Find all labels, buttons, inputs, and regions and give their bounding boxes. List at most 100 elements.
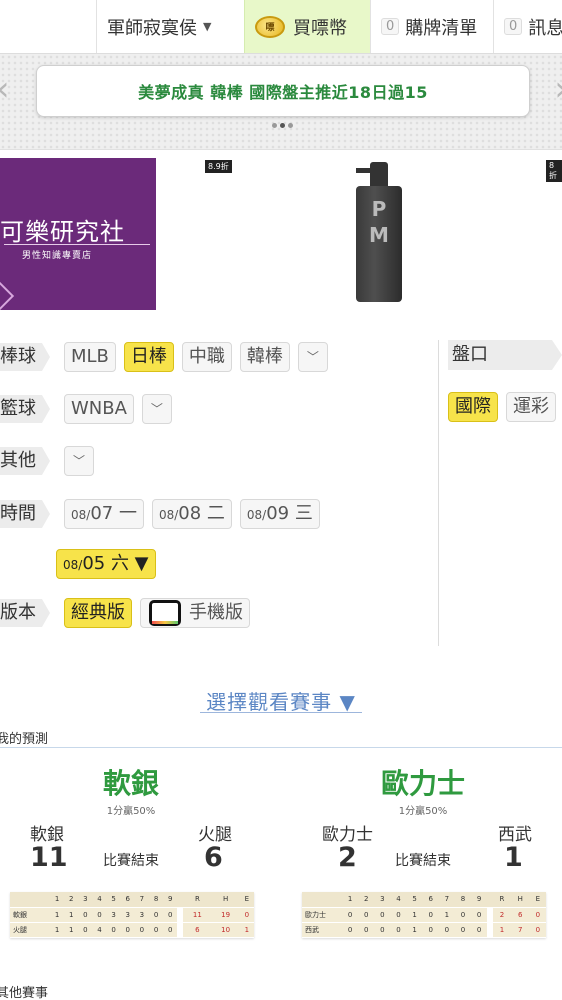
carousel-dots bbox=[272, 123, 293, 128]
filter-label-version: 版本 bbox=[0, 599, 50, 627]
section-title-other-games: 其他賽事 bbox=[0, 986, 49, 1000]
inning-header: 9 bbox=[471, 892, 488, 908]
inning-score: 0 bbox=[390, 907, 407, 923]
chip-wnba[interactable]: WNBA bbox=[64, 394, 134, 424]
inning-header: 5 bbox=[406, 892, 423, 908]
chip-mobile-version[interactable]: 手機版 bbox=[140, 598, 250, 628]
messages-count: 0 bbox=[504, 18, 523, 35]
runs: 1 bbox=[493, 922, 511, 938]
linescore-row: 歐力士 0 0 0 0 1 0 1 0 0 2 6 0 bbox=[302, 907, 546, 923]
inning-score: 4 bbox=[92, 922, 107, 938]
carousel-dot[interactable] bbox=[288, 123, 293, 128]
chip-npb[interactable]: 日棒 bbox=[123, 342, 174, 372]
chevron-right-icon[interactable]: › bbox=[554, 72, 562, 106]
date-month: 08/ bbox=[158, 508, 179, 522]
chevron-down-icon[interactable]: ﹀ bbox=[64, 446, 94, 476]
inning-header: 1 bbox=[342, 892, 359, 908]
inning-score: 1 bbox=[64, 922, 79, 938]
date-chip[interactable]: 08/07 一 bbox=[64, 499, 144, 529]
prediction-card[interactable]: 軟銀 1分贏50% 軟銀 火腿 11 6 比賽結束 1 2 3 4 5 6 7 … bbox=[0, 756, 270, 956]
inning-score: 0 bbox=[92, 907, 107, 923]
chevron-down-icon[interactable]: ﹀ bbox=[141, 394, 172, 424]
date-day: 09 bbox=[266, 503, 290, 524]
ad-strip: 可樂研究社 男性知識專賣店 8.9折 PM 8折 bbox=[0, 158, 562, 310]
cart-button[interactable]: 0 購牌清單 bbox=[370, 0, 493, 53]
inning-score: 0 bbox=[471, 907, 488, 923]
filter-label-baseball: 棒球 bbox=[0, 343, 50, 371]
chip-sports-lottery[interactable]: 運彩 bbox=[506, 392, 556, 422]
inning-header: 4 bbox=[92, 892, 107, 908]
announcement-marquee[interactable]: 美夢成真 韓棒 國際盤主推近18日過15 bbox=[36, 65, 530, 117]
filter-row-other: 其他 ﹀ bbox=[0, 446, 102, 476]
pankou-options: 國際 運彩 bbox=[448, 392, 562, 422]
inning-header: 3 bbox=[374, 892, 391, 908]
select-game-link[interactable]: 選擇觀看賽事 ▼ bbox=[0, 686, 562, 715]
inning-header: 4 bbox=[390, 892, 407, 908]
inning-score: 0 bbox=[390, 922, 407, 938]
carousel-dot-active[interactable] bbox=[280, 123, 285, 128]
inning-score: 0 bbox=[374, 922, 391, 938]
date-chip[interactable]: 08/08 二 bbox=[151, 499, 232, 529]
inning-score: 3 bbox=[106, 907, 121, 923]
chip-mlb[interactable]: MLB bbox=[64, 342, 116, 372]
inning-header: 7 bbox=[438, 892, 455, 908]
inning-score: 3 bbox=[134, 907, 149, 923]
inning-score: 0 bbox=[422, 922, 439, 938]
chip-cpbl[interactable]: 中職 bbox=[181, 342, 232, 372]
predicted-team: 軟銀 bbox=[102, 767, 159, 800]
inning-header: 8 bbox=[454, 892, 471, 908]
inning-score: 0 bbox=[438, 922, 455, 938]
inning-score: 0 bbox=[163, 907, 178, 923]
date-month: 08/ bbox=[63, 558, 83, 572]
inning-header: 6 bbox=[120, 892, 135, 908]
phone-icon bbox=[149, 600, 181, 626]
chip-classic-version[interactable]: 經典版 bbox=[64, 598, 132, 628]
date-day: 07 bbox=[90, 503, 114, 524]
linescore-team: 火腿 bbox=[10, 922, 50, 938]
inning-score: 0 bbox=[134, 922, 149, 938]
chevron-left-icon[interactable]: ‹ bbox=[0, 72, 10, 106]
filter-row-time: 時間 08/07 一 08/08 二 08/09 三 bbox=[0, 499, 328, 529]
user-menu[interactable]: 軍師寂寞侯 ▼ bbox=[96, 0, 244, 53]
date-chip[interactable]: 08/09 三 bbox=[239, 499, 320, 529]
messages-button[interactable]: 0 訊息 bbox=[493, 0, 562, 53]
ad-product-bottle[interactable]: PM bbox=[354, 162, 404, 304]
filter-label-pankou: 盤口 bbox=[448, 340, 562, 370]
chip-international[interactable]: 國際 bbox=[448, 392, 498, 422]
ad-subtitle: 男性知識專賣店 bbox=[22, 251, 93, 261]
inning-score: 1 bbox=[64, 907, 79, 923]
linescore-row: 火腿 1 1 0 4 0 0 0 0 0 6 10 1 bbox=[10, 922, 254, 938]
buy-coins-button[interactable]: 嘌 買嘌幣 bbox=[244, 0, 370, 53]
chip-kbo[interactable]: 韓棒 bbox=[239, 342, 290, 372]
section-divider bbox=[0, 747, 562, 748]
inning-score: 0 bbox=[374, 907, 391, 923]
prediction-card[interactable]: 歐力士 1分贏50% 歐力士 西武 2 1 比賽結束 1 2 3 4 5 6 7… bbox=[292, 756, 562, 956]
carousel-dot[interactable] bbox=[272, 123, 277, 128]
inning-score: 1 bbox=[50, 922, 65, 938]
rhe-header: E bbox=[529, 892, 546, 908]
inning-score: 0 bbox=[422, 907, 439, 923]
pankou-panel: 盤口 國際 運彩 bbox=[448, 340, 562, 422]
predicted-team: 歐力士 bbox=[380, 767, 465, 800]
date-weekday: 三 bbox=[294, 503, 313, 524]
errors: 0 bbox=[239, 907, 254, 923]
ad-divider bbox=[4, 244, 150, 245]
date-day: 05 bbox=[82, 553, 106, 574]
inning-header: 6 bbox=[422, 892, 439, 908]
ad-banner-cola-lab[interactable]: 可樂研究社 男性知識專賣店 bbox=[0, 158, 156, 310]
selected-date-dropdown[interactable]: 08/05 六 ▼ bbox=[56, 549, 156, 579]
linescore-team: 西武 bbox=[302, 922, 342, 938]
inning-header: 2 bbox=[358, 892, 375, 908]
date-month: 08/ bbox=[71, 508, 91, 522]
ad-title: 可樂研究社 bbox=[0, 218, 125, 246]
chevron-down-icon[interactable]: ﹀ bbox=[297, 342, 328, 372]
filter-label-time: 時間 bbox=[0, 500, 50, 528]
inning-score: 0 bbox=[78, 907, 93, 923]
messages-label: 訊息 bbox=[528, 17, 562, 39]
discount-tag: 8折 bbox=[546, 160, 562, 182]
hits: 19 bbox=[211, 907, 240, 923]
runs: 11 bbox=[183, 907, 212, 923]
date-weekday: 二 bbox=[206, 503, 225, 524]
inning-score: 3 bbox=[120, 907, 135, 923]
inning-header: 8 bbox=[148, 892, 164, 908]
